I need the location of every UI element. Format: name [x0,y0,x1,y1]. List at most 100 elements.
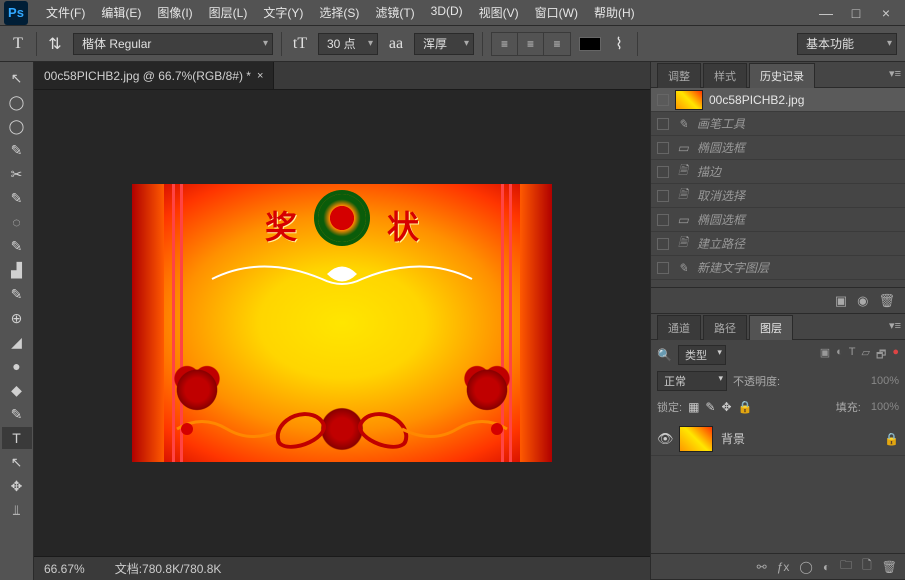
tool-button[interactable]: ◌ [2,211,32,233]
history-item[interactable]: ▭椭圆选框 [651,136,905,160]
panel-menu-icon[interactable]: ▾≡ [889,319,901,332]
lock-position-icon[interactable]: ✥ [721,400,731,414]
menu-item[interactable]: 图像(I) [149,0,200,25]
history-checkbox[interactable] [657,190,669,202]
filter-image-icon[interactable]: ▣ [820,346,830,365]
tool-button[interactable]: ✂ [2,163,32,185]
history-checkbox[interactable] [657,94,669,106]
menu-item[interactable]: 文件(F) [38,0,93,25]
text-color-swatch[interactable] [579,37,601,51]
font-size-dropdown[interactable]: 30 点 [318,33,378,55]
zoom-level[interactable]: 66.67% [44,562,85,576]
opacity-value[interactable]: 100% [871,375,899,387]
history-checkbox[interactable] [657,166,669,178]
tool-button[interactable]: ◢ [2,331,32,353]
lock-all-icon[interactable]: 🔒 [738,400,753,414]
panel-tab[interactable]: 样式 [703,63,747,88]
layer-fx-icon[interactable]: ƒx [777,560,790,574]
history-item-label: 建立路径 [697,235,745,252]
menu-item[interactable]: 窗口(W) [527,0,586,25]
tool-button[interactable]: ⫫ [2,499,32,521]
workspace-dropdown[interactable]: 基本功能 [797,33,897,55]
history-item[interactable]: 00c58PICHB2.jpg [651,88,905,112]
menu-item[interactable]: 帮助(H) [586,0,643,25]
tool-button[interactable]: ◆ [2,379,32,401]
tool-button[interactable]: ✎ [2,283,32,305]
adjustment-layer-icon[interactable]: ◐ [823,560,830,574]
menu-item[interactable]: 滤镜(T) [367,0,422,25]
layer-mask-icon[interactable]: ◯ [799,560,812,574]
menu-item[interactable]: 图层(L) [201,0,256,25]
tool-button[interactable]: ● [2,355,32,377]
layer-filter-dropdown[interactable]: 类型 [678,345,726,365]
delete-icon[interactable]: 🗑 [878,293,895,309]
align-right-button[interactable]: ≡ [544,33,570,55]
align-left-button[interactable]: ≡ [492,33,518,55]
panel-menu-icon[interactable]: ▾≡ [889,67,901,80]
maximize-button[interactable]: □ [841,3,871,23]
tool-button[interactable]: ✥ [2,475,32,497]
filter-type-icon[interactable]: T [849,346,856,365]
tool-button[interactable]: ⊕ [2,307,32,329]
history-checkbox[interactable] [657,118,669,130]
minimize-button[interactable]: — [811,3,841,23]
snapshot-icon[interactable]: ◉ [857,293,868,309]
menu-item[interactable]: 选择(S) [311,0,367,25]
link-layers-icon[interactable]: ⚯ [757,560,767,574]
group-icon[interactable]: 🗀 [840,556,852,577]
lock-paint-icon[interactable]: ✎ [705,400,715,414]
tool-button[interactable]: ◯ [2,115,32,137]
history-item[interactable]: 🗎建立路径 [651,232,905,256]
warp-text-icon[interactable]: ⌇ [609,34,629,54]
filter-shape-icon[interactable]: ▱ [862,346,870,365]
menu-item[interactable]: 文字(Y) [255,0,311,25]
history-item[interactable]: 🗎描边 [651,160,905,184]
fill-value[interactable]: 100% [871,401,899,413]
blend-mode-dropdown[interactable]: 正常 [657,371,727,391]
history-checkbox[interactable] [657,142,669,154]
filter-toggle-icon[interactable]: ● [892,346,899,365]
lock-icon[interactable]: 🔒 [884,432,899,446]
lock-pixels-icon[interactable]: ▦ [688,400,699,414]
orientation-icon[interactable]: ⇅ [45,34,65,54]
font-family-dropdown[interactable]: 楷体 Regular [73,33,273,55]
history-item[interactable]: 🗎取消选择 [651,184,905,208]
align-center-button[interactable]: ≡ [518,33,544,55]
tool-button[interactable]: ◯ [2,91,32,113]
tool-button[interactable]: ↖ [2,451,32,473]
document-tab-close-icon[interactable]: × [257,70,263,82]
menu-item[interactable]: 视图(V) [471,0,527,25]
new-layer-icon[interactable]: 🗋 [862,556,872,577]
tool-button[interactable]: ✎ [2,403,32,425]
tool-button[interactable]: ✎ [2,187,32,209]
filter-adjust-icon[interactable]: ◐ [836,346,843,365]
history-item[interactable]: ▭椭圆选框 [651,208,905,232]
history-item[interactable]: ✎新建文字图层 [651,256,905,280]
create-document-icon[interactable]: ▣ [835,293,847,309]
document-tab[interactable]: 00c58PICHB2.jpg @ 66.7%(RGB/8#) * × [34,62,274,89]
filter-smart-icon[interactable]: 🗗 [876,346,886,365]
panel-tab[interactable]: 调整 [657,63,701,88]
tool-button[interactable]: ✎ [2,235,32,257]
tool-button[interactable]: ▟ [2,259,32,281]
history-checkbox[interactable] [657,262,669,274]
panel-tab[interactable]: 路径 [703,315,747,340]
tool-preset-icon[interactable]: T [8,34,28,54]
history-item[interactable]: ✎画笔工具 [651,112,905,136]
panel-tab[interactable]: 历史记录 [749,63,815,88]
delete-layer-icon[interactable]: 🗑 [882,560,897,574]
menu-item[interactable]: 编辑(E) [93,0,149,25]
close-button[interactable]: × [871,3,901,23]
tool-button[interactable]: ↖ [2,67,32,89]
tool-button[interactable]: ✎ [2,139,32,161]
history-checkbox[interactable] [657,238,669,250]
visibility-icon[interactable]: 👁 [657,431,671,447]
canvas-area[interactable]: 奖 状 [34,90,650,556]
panel-tab[interactable]: 图层 [749,315,793,340]
history-checkbox[interactable] [657,214,669,226]
antialias-dropdown[interactable]: 浑厚 [414,33,474,55]
panel-tab[interactable]: 通道 [657,315,701,340]
layer-row[interactable]: 👁背景🔒 [651,422,905,456]
tool-button[interactable]: T [2,427,32,449]
menu-item[interactable]: 3D(D) [423,0,471,25]
